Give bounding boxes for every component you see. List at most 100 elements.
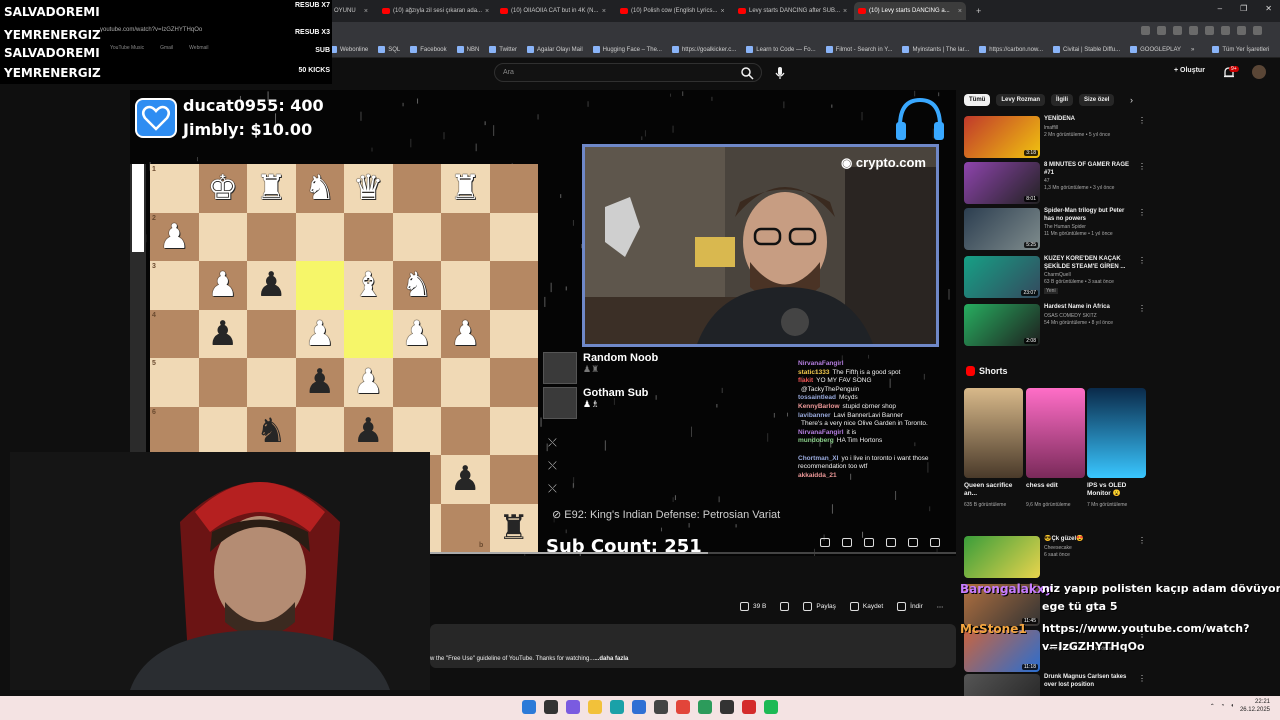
extension-icon[interactable] <box>1157 26 1166 35</box>
bookmark-item[interactable]: GOOGLEPLAY <box>1130 46 1181 53</box>
recommended-video[interactable]: 23:07 KUZEY KORE'DEN KAÇAK ŞEKİLDE STEAM'… <box>964 256 1146 300</box>
star-icon[interactable] <box>1173 26 1182 35</box>
bookmarks-overflow-button[interactable]: » <box>1191 47 1194 53</box>
avatar[interactable] <box>1252 65 1266 79</box>
board-square[interactable] <box>489 164 538 213</box>
bookmark-item[interactable]: Webonline <box>330 46 368 53</box>
white-bishop-icon[interactable]: ♝ <box>344 261 393 310</box>
close-tab-icon[interactable]: × <box>843 8 847 15</box>
search-input[interactable]: Ara <box>494 63 762 82</box>
chrome-icon[interactable] <box>676 700 690 714</box>
browser-tab[interactable]: (10) Polish cow (English Lyrics... × <box>616 2 728 20</box>
video-title[interactable]: Hardest Name in Africa <box>1044 304 1136 312</box>
white-rook-icon[interactable]: ♜ <box>247 164 296 213</box>
board-square[interactable] <box>489 261 538 310</box>
close-tab-icon[interactable]: × <box>485 8 489 15</box>
profile-icon[interactable] <box>1237 26 1246 35</box>
like-button[interactable]: 39 B <box>740 602 766 611</box>
wifi-icon[interactable]: ◔ <box>1221 703 1225 709</box>
bookmark-item[interactable]: Agalar Olayı Mail <box>526 46 583 53</box>
board-square[interactable] <box>198 406 247 455</box>
white-pawn-icon[interactable]: ♟ <box>344 358 393 407</box>
board-square[interactable] <box>489 406 538 455</box>
settings-icon[interactable] <box>864 538 874 547</box>
menu-icon[interactable] <box>1253 26 1262 35</box>
fullscreen-icon[interactable] <box>930 538 940 547</box>
video-title[interactable]: YENİDENA <box>1044 116 1136 124</box>
channel-name[interactable]: Cheesecake <box>1044 545 1072 551</box>
black-rook-icon[interactable]: ♜ <box>490 504 539 553</box>
black-pawn-icon[interactable]: ♟ <box>344 407 393 456</box>
tray-chevron-icon[interactable]: ⌃ <box>1210 703 1215 710</box>
board-square[interactable] <box>392 164 441 213</box>
bookmark-item[interactable]: NBN <box>456 46 479 53</box>
board-square[interactable] <box>392 212 441 261</box>
mail-icon[interactable] <box>632 700 646 714</box>
file-explorer-icon[interactable] <box>588 700 602 714</box>
recommended-video[interactable]: 3:18 YENİDENA lmaffill 2 Mn görüntüleme • 5… <box>964 116 1146 160</box>
app-icon[interactable] <box>698 700 712 714</box>
task-view-icon[interactable] <box>544 700 558 714</box>
white-pawn-icon[interactable]: ♟ <box>150 213 199 262</box>
white-queen-icon[interactable]: ♛ <box>344 164 393 213</box>
app-icon[interactable] <box>654 700 668 714</box>
miniplayer-icon[interactable] <box>886 538 896 547</box>
kebab-menu-icon[interactable]: ⋮ <box>1138 208 1146 217</box>
board-square[interactable] <box>441 358 490 407</box>
recommended-video[interactable]: 5:25 Spider-Man trilogy but Peter has no … <box>964 208 1146 252</box>
channel-name[interactable]: OSAS COMEDY SKITZ <box>1044 313 1097 319</box>
bookmark-item[interactable]: Filmot - Search in Y... <box>825 46 892 53</box>
channel-name[interactable]: CharmQuell <box>1044 272 1071 278</box>
volume-icon[interactable]: ◖ <box>1230 703 1234 709</box>
board-square[interactable] <box>295 261 344 310</box>
browser-tab[interactable]: (10) OIIAOIIA CAT but in 4K (N... × <box>496 2 610 20</box>
white-knight-icon[interactable]: ♞ <box>393 261 442 310</box>
bookmark-item[interactable]: Facebook <box>410 46 447 53</box>
theater-icon[interactable] <box>908 538 918 547</box>
extension-icon[interactable] <box>1189 26 1198 35</box>
board-square[interactable] <box>247 212 296 261</box>
close-tab-icon[interactable]: × <box>364 8 368 15</box>
recommended-video[interactable]: 2:08 Hardest Name in Africa OSAS COMEDY SK… <box>964 304 1146 348</box>
board-square[interactable] <box>344 212 393 261</box>
kebab-menu-icon[interactable]: ⋮ <box>1138 162 1146 171</box>
windows-start-icon[interactable] <box>522 700 536 714</box>
video-thumbnail[interactable]: 5:25 <box>964 208 1040 250</box>
board-square[interactable] <box>392 406 441 455</box>
filter-chip[interactable]: İlgili <box>1051 94 1074 106</box>
maximize-button[interactable]: ❐ <box>1240 4 1247 13</box>
bookmark-item[interactable]: Hugging Face – The... <box>592 46 662 53</box>
video-thumbnail[interactable]: 2:08 <box>964 304 1040 346</box>
all-bookmarks-button[interactable]: Tüm Yer İşaretleri <box>1212 46 1269 53</box>
board-square[interactable] <box>247 358 296 407</box>
board-square[interactable] <box>344 309 393 358</box>
bookmark-item[interactable]: Myinstants | The lar... <box>902 46 969 53</box>
kebab-menu-icon[interactable]: ⋮ <box>1138 116 1146 125</box>
browser-tab[interactable]: Levy starts DANCING after SUB... × <box>734 2 848 20</box>
white-rook-icon[interactable]: ♜ <box>441 164 490 213</box>
board-square[interactable] <box>392 358 441 407</box>
video-thumbnail[interactable]: 8:01 <box>964 162 1040 204</box>
board-square[interactable] <box>247 309 296 358</box>
search-icon[interactable] <box>740 66 754 80</box>
board-square[interactable] <box>295 212 344 261</box>
white-knight-icon[interactable]: ♞ <box>296 164 345 213</box>
video-thumbnail[interactable]: 3:18 <box>964 116 1040 158</box>
short-title[interactable]: IPS vs OLED Monitor 😮 <box>1087 482 1145 498</box>
extension-icon[interactable] <box>1221 26 1230 35</box>
clock[interactable]: 22:21 26.12.2025 <box>1240 698 1270 714</box>
black-pawn-icon[interactable]: ♟ <box>296 358 345 407</box>
kebab-menu-icon[interactable]: ⋮ <box>1138 304 1146 313</box>
board-square[interactable] <box>489 358 538 407</box>
short-thumbnail[interactable] <box>1087 388 1146 478</box>
board-square[interactable] <box>150 406 199 455</box>
channel-name[interactable]: lmaffill <box>1044 125 1058 131</box>
channel-name[interactable]: The Human Spider <box>1044 224 1086 230</box>
spotify-icon[interactable] <box>764 700 778 714</box>
board-square[interactable] <box>150 309 199 358</box>
close-tab-icon[interactable]: × <box>958 8 962 15</box>
copilot-icon[interactable] <box>566 700 580 714</box>
search-icon[interactable] <box>1141 26 1150 35</box>
video-thumbnail[interactable] <box>964 536 1040 578</box>
more-actions-button[interactable]: ⋯ <box>937 603 944 611</box>
